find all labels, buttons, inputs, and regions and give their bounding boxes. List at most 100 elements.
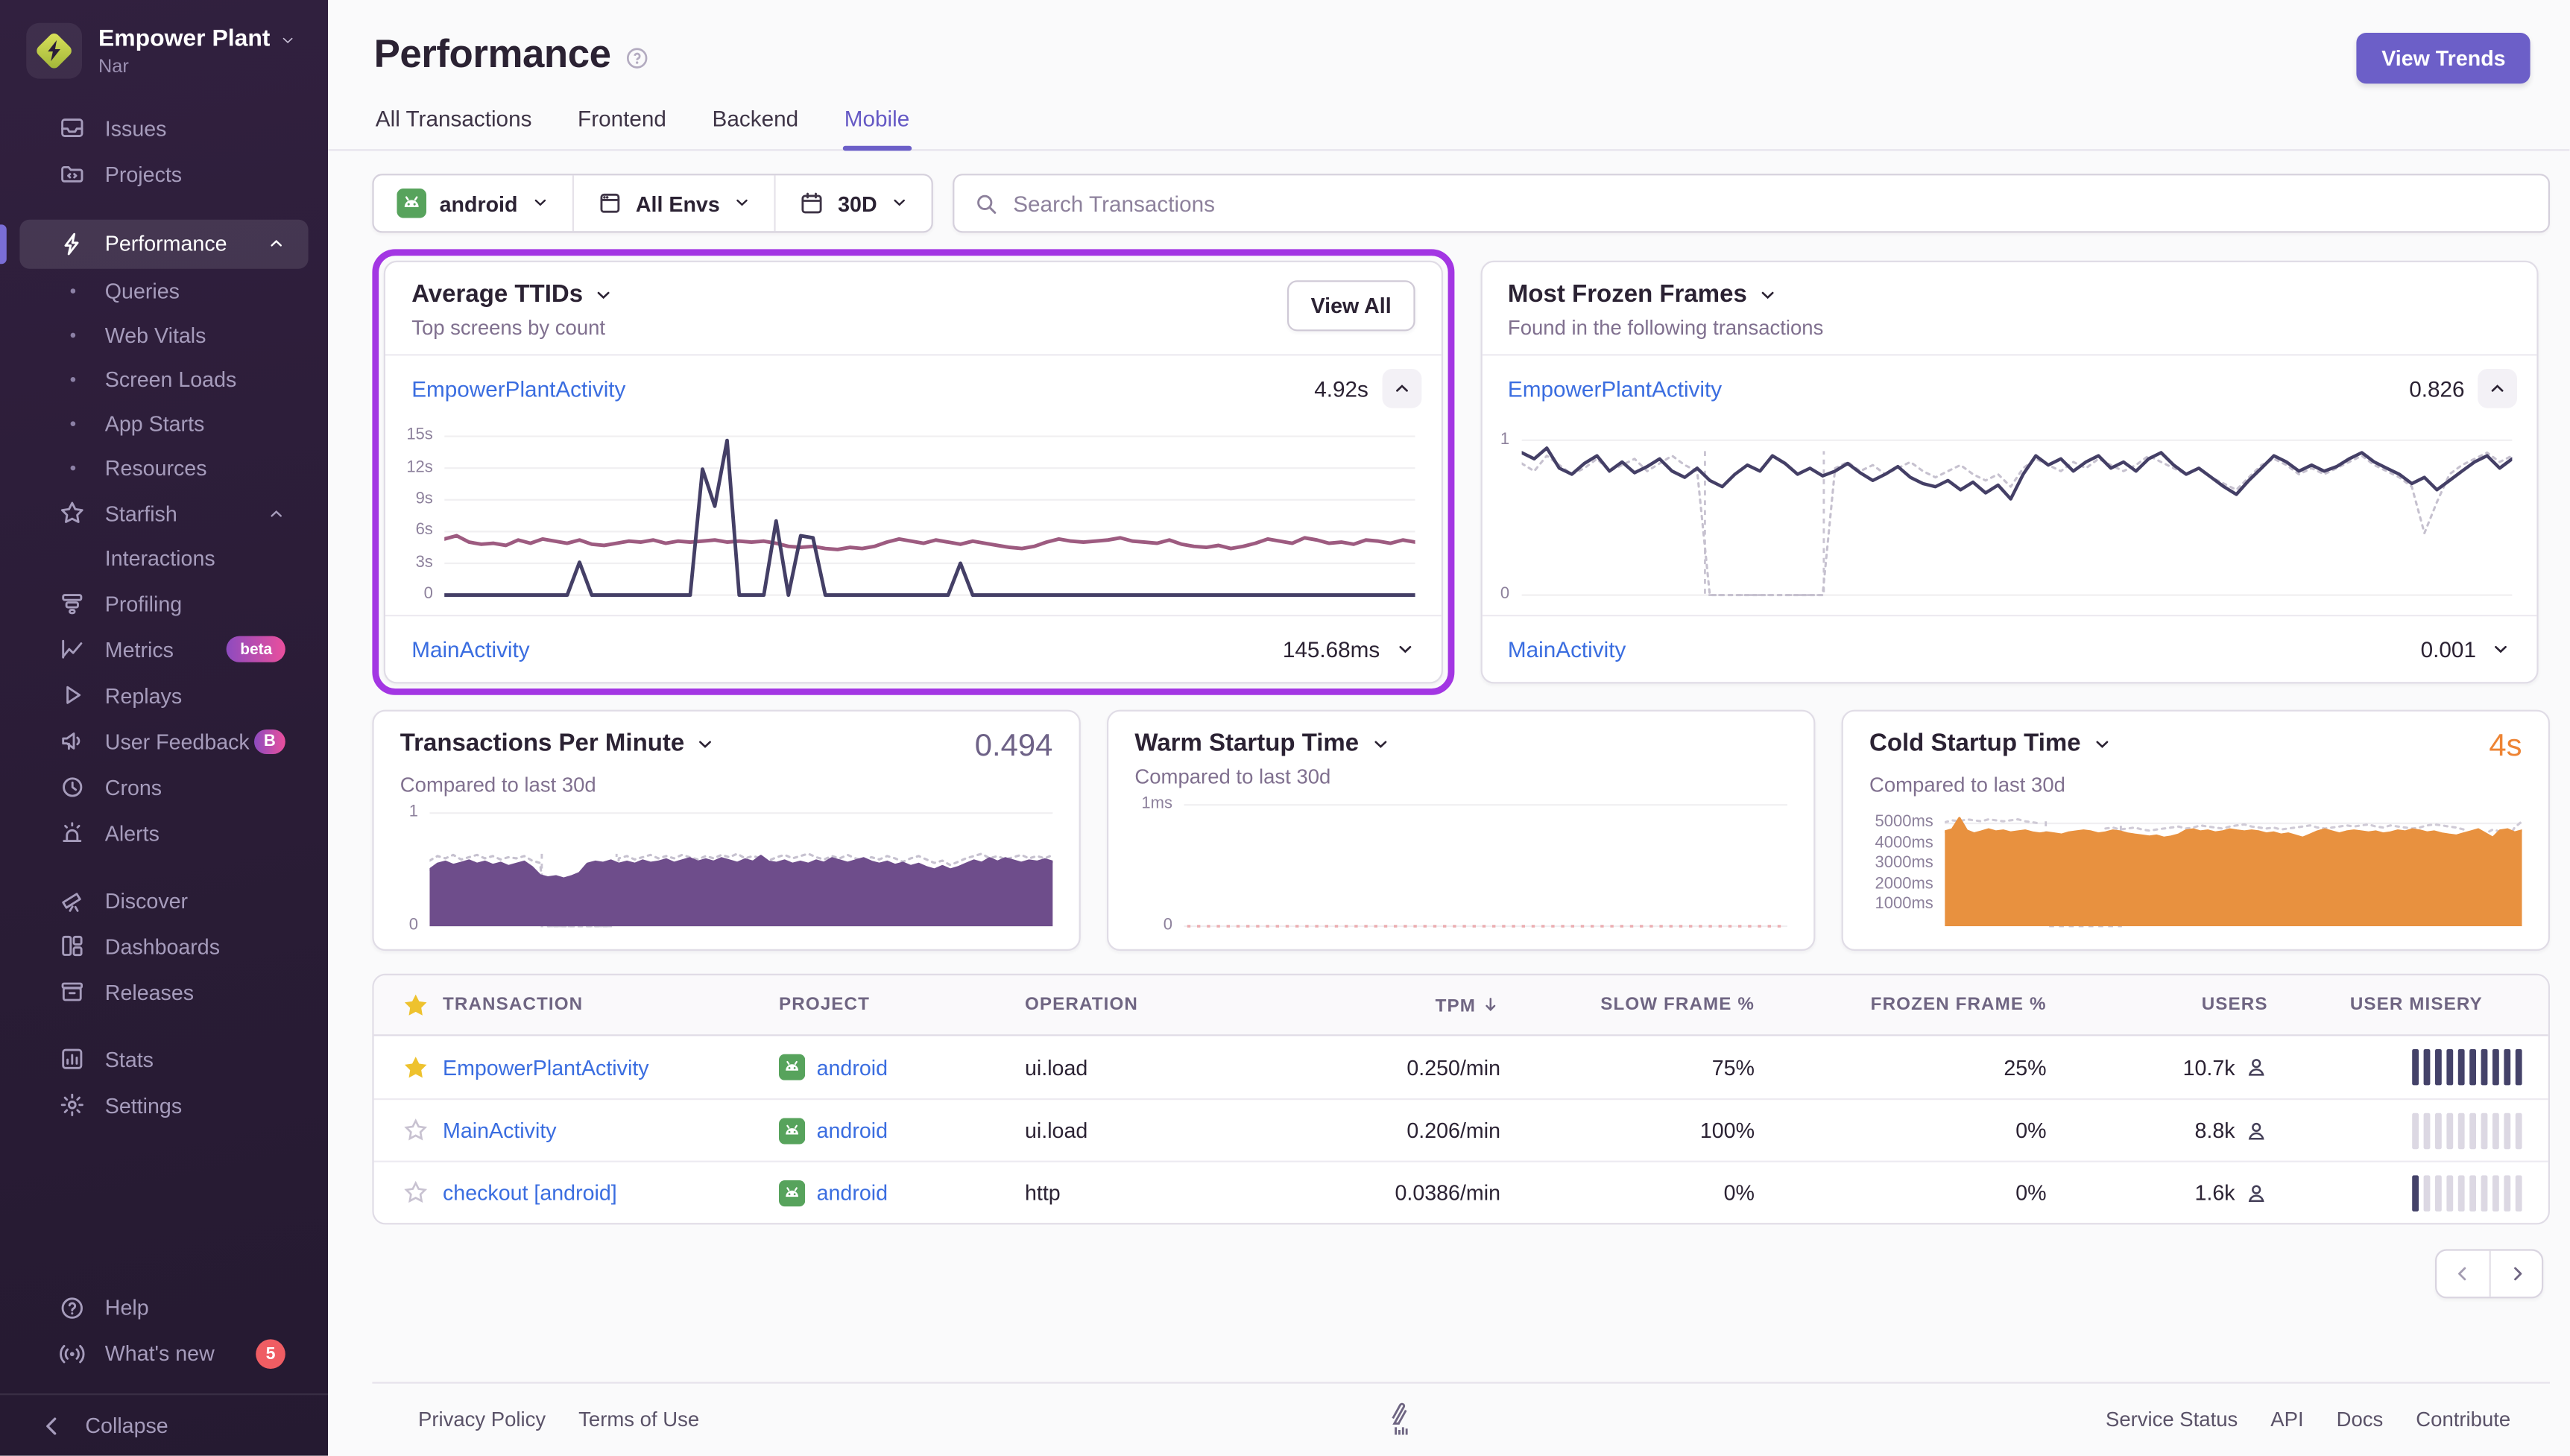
average-ttids-title[interactable]: Average TTIDs xyxy=(411,280,614,308)
search-box xyxy=(952,174,2551,233)
transaction-value: 4.92s xyxy=(1314,376,1368,401)
sidebar-item-label: What's new xyxy=(104,1341,215,1366)
col-operation[interactable]: OPERATION xyxy=(1025,995,1304,1014)
chevron-down-icon xyxy=(1762,291,1775,299)
environment-filter[interactable]: All Envs xyxy=(572,175,774,232)
transaction-link[interactable]: EmpowerPlantActivity xyxy=(1508,376,1722,401)
sidebar-item-stats[interactable]: Stats xyxy=(19,1037,308,1081)
project-link[interactable]: android xyxy=(817,1055,888,1080)
sidebar-item-resources[interactable]: Resources xyxy=(19,447,308,490)
sidebar-item-label: Profiling xyxy=(104,591,183,616)
sidebar-item-user-feedback[interactable]: User Feedback B xyxy=(19,719,308,763)
sidebar-item-settings[interactable]: Settings xyxy=(19,1083,308,1127)
sidebar-item-crons[interactable]: Crons xyxy=(19,765,308,808)
star-column-header[interactable] xyxy=(387,993,443,1017)
tab-mobile[interactable]: Mobile xyxy=(842,107,912,151)
sidebar-item-app-starts[interactable]: App Starts xyxy=(19,402,308,445)
footer-link-service-status[interactable]: Service Status xyxy=(2106,1408,2238,1431)
transaction-link[interactable]: checkout [android] xyxy=(443,1180,779,1205)
tab-frontend[interactable]: Frontend xyxy=(576,107,668,149)
sidebar-item-replays[interactable]: Replays xyxy=(19,673,308,717)
sidebar-item-label: User Feedback xyxy=(104,728,250,753)
transaction-link[interactable]: EmpowerPlantActivity xyxy=(411,376,625,401)
sidebar-collapse[interactable]: Collapse xyxy=(0,1393,328,1456)
table-header-row: TRANSACTION PROJECT OPERATION TPM SLOW F… xyxy=(373,975,2548,1036)
ttids-chart: 15s 12s 9s 6s 3s 0 xyxy=(395,421,1415,604)
footer-link-api[interactable]: API xyxy=(2270,1408,2303,1431)
sidebar-item-interactions[interactable]: Interactions xyxy=(19,537,308,580)
sidebar-item-label: Releases xyxy=(104,979,195,1004)
footer-link-docs[interactable]: Docs xyxy=(2337,1408,2384,1431)
chevron-down-icon[interactable] xyxy=(1395,639,1414,659)
star-toggle[interactable] xyxy=(387,1118,443,1142)
transaction-link[interactable]: MainActivity xyxy=(443,1118,779,1142)
sidebar-bottom: Help What's new 5 Collapse xyxy=(0,1285,328,1456)
broadcast-icon xyxy=(59,1341,85,1367)
transaction-link[interactable]: MainActivity xyxy=(411,637,529,662)
tab-backend[interactable]: Backend xyxy=(710,107,800,149)
help-circle-icon[interactable] xyxy=(624,46,648,71)
collapse-chart-button[interactable] xyxy=(2478,369,2517,408)
project-filter[interactable]: android xyxy=(374,175,572,231)
sidebar-item-performance[interactable]: Performance xyxy=(0,218,309,268)
sidebar-item-what-s-new[interactable]: What's new 5 xyxy=(19,1331,308,1375)
date-range-filter-label: 30D xyxy=(838,191,877,216)
project-link[interactable]: android xyxy=(817,1180,888,1205)
sidebar-item-metrics[interactable]: Metrics beta xyxy=(19,627,308,671)
sidebar-item-starfish[interactable]: Starfish xyxy=(19,491,308,535)
next-page-button[interactable] xyxy=(2489,1250,2542,1297)
date-range-filter[interactable]: 30D xyxy=(774,175,931,232)
sidebar-item-label: App Starts xyxy=(104,411,205,437)
sidebar-item-discover[interactable]: Discover xyxy=(19,878,308,922)
sidebar-item-queries[interactable]: Queries xyxy=(19,270,308,312)
sidebar-item-projects[interactable]: Projects xyxy=(19,152,308,196)
most-frozen-frames-title[interactable]: Most Frozen Frames xyxy=(1508,280,1823,308)
sidebar-item-web-vitals[interactable]: Web Vitals xyxy=(19,314,308,356)
transaction-link[interactable]: EmpowerPlantActivity xyxy=(443,1055,779,1080)
previous-page-button[interactable] xyxy=(2437,1251,2489,1297)
view-trends-button[interactable]: View Trends xyxy=(2357,33,2530,84)
sidebar-item-label: Help xyxy=(104,1295,149,1320)
warm-startup-title[interactable]: Warm Startup Time xyxy=(1134,729,1390,757)
project-link[interactable]: android xyxy=(817,1118,888,1142)
warm-startup-chart: 1ms 0 xyxy=(1134,795,1787,934)
average-ttids-subtitle: Top screens by count xyxy=(411,316,606,340)
cold-startup-title[interactable]: Cold Startup Time xyxy=(1869,729,2112,757)
sidebar-item-alerts[interactable]: Alerts xyxy=(19,811,308,855)
tab-all-transactions[interactable]: All Transactions xyxy=(374,107,534,149)
org-switcher[interactable]: Empower Plant Nar xyxy=(0,0,328,96)
col-users[interactable]: USERS xyxy=(2063,995,2285,1014)
sidebar-item-help[interactable]: Help xyxy=(19,1285,308,1329)
tpm-card: Transactions Per Minute 0.494 Compared t… xyxy=(372,709,1081,951)
col-tpm[interactable]: TPM xyxy=(1304,994,1517,1016)
sidebar-item-screen-loads[interactable]: Screen Loads xyxy=(19,358,308,401)
org-subtitle: Nar xyxy=(98,57,129,77)
chevron-down-icon[interactable] xyxy=(2491,639,2510,659)
col-frozen-frame[interactable]: FROZEN FRAME % xyxy=(1771,995,2063,1014)
org-logo[interactable] xyxy=(26,22,83,79)
col-transaction[interactable]: TRANSACTION xyxy=(443,995,779,1014)
footer-link-contribute[interactable]: Contribute xyxy=(2416,1408,2510,1431)
operation-cell: ui.load xyxy=(1025,1118,1088,1143)
footer-link-terms-of-use[interactable]: Terms of Use xyxy=(578,1408,699,1431)
sidebar-item-releases[interactable]: Releases xyxy=(19,969,308,1013)
feedback-icon xyxy=(59,728,85,754)
badge-what-s-new: 5 xyxy=(256,1338,285,1368)
y-axis-label: 0 xyxy=(1163,916,1172,934)
col-user-misery[interactable]: USER MISERY xyxy=(2285,995,2548,1014)
col-project[interactable]: PROJECT xyxy=(779,995,1025,1014)
transaction-link[interactable]: MainActivity xyxy=(1508,637,1626,662)
search-input[interactable] xyxy=(1013,191,2529,216)
star-toggle[interactable] xyxy=(387,1055,443,1080)
col-slow-frame[interactable]: SLOW FRAME % xyxy=(1517,995,1771,1014)
footer-link-privacy-policy[interactable]: Privacy Policy xyxy=(418,1408,546,1431)
star-toggle[interactable] xyxy=(387,1180,443,1205)
tpm-title[interactable]: Transactions Per Minute xyxy=(400,729,716,757)
org-name[interactable]: Empower Plant xyxy=(98,25,297,54)
collapse-chart-button[interactable] xyxy=(1381,369,1421,408)
sidebar-item-profiling[interactable]: Profiling xyxy=(19,581,308,625)
replays-icon xyxy=(59,682,85,708)
sidebar-item-issues[interactable]: Issues xyxy=(19,106,308,150)
sidebar-item-dashboards[interactable]: Dashboards xyxy=(19,924,308,968)
view-all-button[interactable]: View All xyxy=(1287,280,1415,332)
